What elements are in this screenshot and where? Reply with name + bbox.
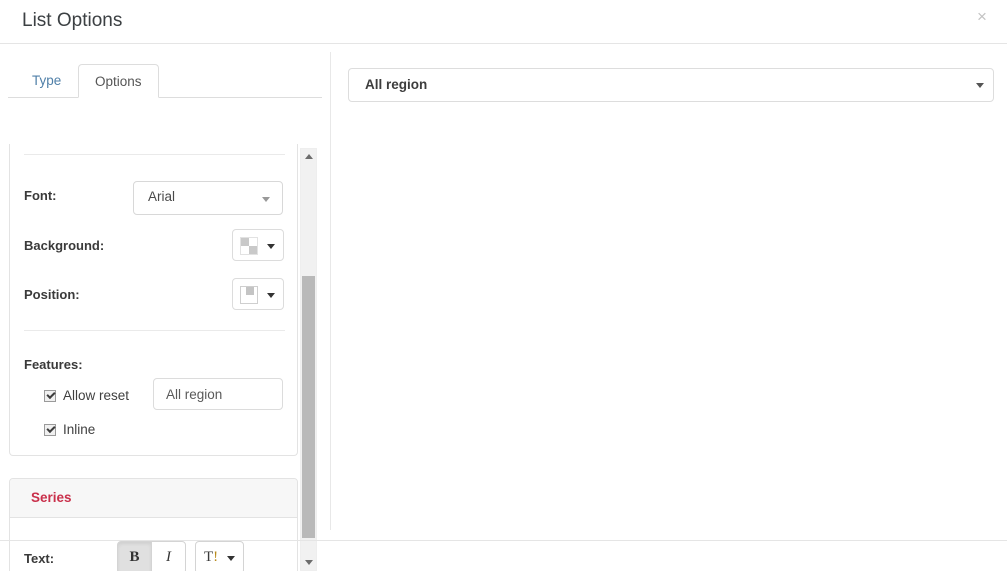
modal-body: Type Options Font: Arial Background: Pos…	[0, 44, 1007, 571]
chevron-down-icon	[262, 197, 270, 202]
chevron-down-icon	[267, 293, 275, 298]
transparent-checker-swatch-icon	[240, 237, 258, 255]
right-pane: All region	[331, 44, 1007, 540]
divider-mid	[24, 330, 285, 331]
chevron-down-icon	[267, 244, 275, 249]
region-select-value: All region	[365, 77, 428, 92]
region-select[interactable]: All region	[348, 68, 994, 102]
features-label: Features:	[24, 357, 83, 372]
series-heading-title: Series	[31, 490, 72, 505]
tab-type[interactable]: Type	[16, 64, 77, 98]
modal-footer-divider	[0, 540, 1007, 541]
allow-reset-checkbox[interactable]	[44, 390, 56, 402]
position-top-center-icon	[240, 286, 258, 304]
left-pane: Type Options Font: Arial Background: Pos…	[0, 44, 330, 571]
position-label: Position:	[24, 287, 80, 302]
font-select-value: Arial	[148, 189, 176, 204]
options-scrollbar[interactable]	[300, 148, 317, 571]
series-panel-heading: Series	[10, 479, 297, 518]
inline-label: Inline	[63, 422, 96, 437]
series-text-label: Text:	[24, 551, 55, 566]
scrollbar-thumb[interactable]	[302, 276, 315, 538]
bold-button[interactable]: B	[117, 541, 152, 571]
chevron-down-icon	[227, 556, 235, 561]
options-scroll-region: Font: Arial Background: Position: Featur…	[8, 144, 322, 571]
inline-checkbox[interactable]	[44, 424, 56, 436]
divider-top	[24, 154, 285, 155]
general-settings-panel: Font: Arial Background: Position: Featur…	[9, 144, 298, 456]
text-color-glyph: T	[204, 549, 214, 565]
background-label: Background:	[24, 238, 105, 253]
close-icon[interactable]: ×	[971, 6, 993, 28]
allow-reset-label: Allow reset	[63, 388, 130, 403]
page-title: List Options	[22, 10, 123, 31]
background-picker-button[interactable]	[232, 229, 284, 261]
font-select[interactable]: Arial	[133, 181, 283, 215]
chevron-down-icon	[976, 83, 984, 88]
options-scroll-content: Font: Arial Background: Position: Featur…	[8, 144, 306, 571]
italic-button[interactable]: I	[151, 541, 186, 571]
font-label: Font:	[24, 188, 57, 203]
text-color-accent-glyph: !	[213, 549, 219, 565]
scroll-down-arrow-icon[interactable]	[301, 555, 316, 570]
allow-reset-text-input[interactable]	[153, 378, 283, 410]
position-picker-button[interactable]	[232, 278, 284, 310]
scroll-up-arrow-icon[interactable]	[301, 149, 316, 164]
modal-header: List Options ×	[0, 0, 1007, 44]
tab-bar: Type Options	[8, 64, 322, 98]
series-panel: Series Text: B I T!	[9, 478, 298, 571]
text-color-button[interactable]: T!	[195, 541, 244, 571]
tab-options[interactable]: Options	[78, 64, 159, 98]
